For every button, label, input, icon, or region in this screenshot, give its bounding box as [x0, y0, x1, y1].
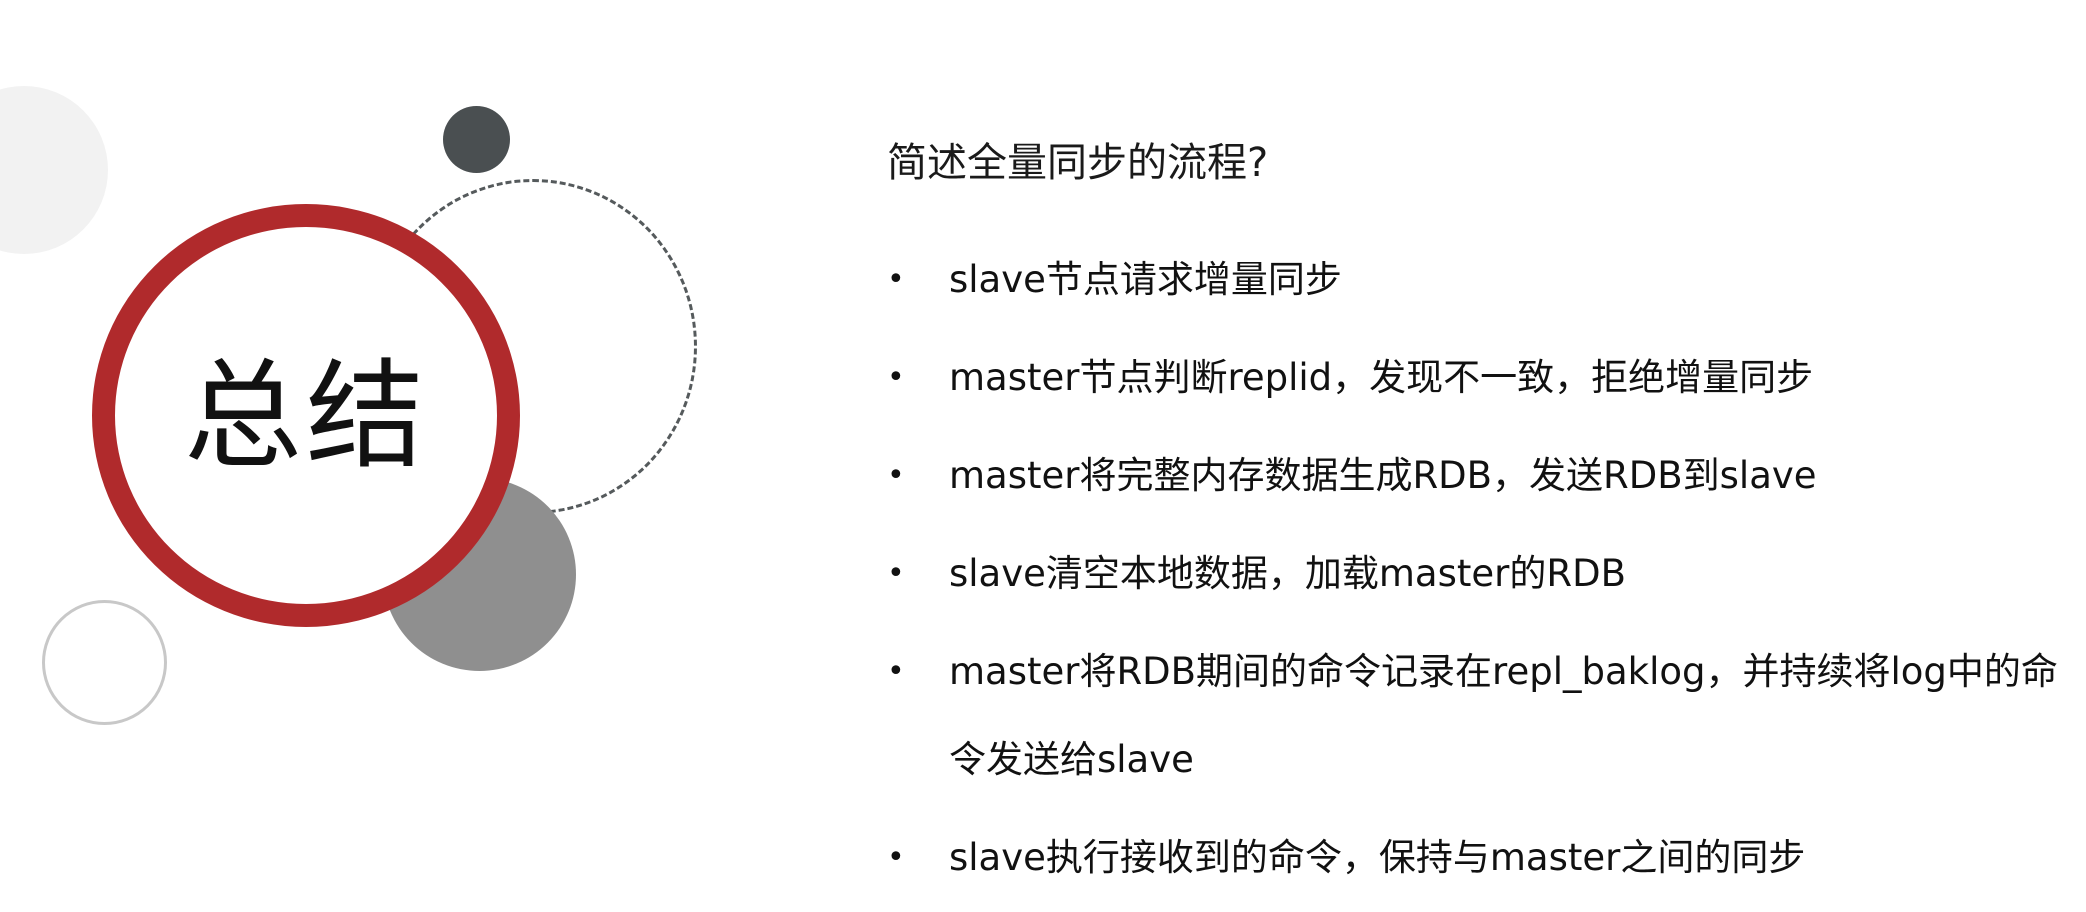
bullet-list: • slave节点请求增量同步 • master节点判断replid，发现不一致…	[887, 236, 2067, 912]
list-item-text: master节点判断replid，发现不一致，拒绝增量同步	[949, 356, 1814, 399]
bullet-icon: •	[887, 360, 905, 395]
list-item-text: slave节点请求增量同步	[949, 258, 1342, 301]
bullet-icon: •	[887, 458, 905, 493]
list-item: • master将RDB期间的命令记录在repl_baklog，并持续将log中…	[887, 628, 2067, 804]
list-item: • slave执行接收到的命令，保持与master之间的同步	[887, 814, 2067, 902]
list-item: • slave节点请求增量同步	[887, 236, 2067, 324]
bullet-icon: •	[887, 840, 905, 875]
slide-title: 总结	[183, 346, 428, 485]
list-item-text: slave执行接收到的命令，保持与master之间的同步	[949, 836, 1806, 879]
bullet-icon: •	[887, 262, 905, 297]
list-item: • master节点判断replid，发现不一致，拒绝增量同步	[887, 334, 2067, 422]
bullet-icon: •	[887, 556, 905, 591]
list-item-text: master将完整内存数据生成RDB，发送RDB到slave	[949, 454, 1817, 497]
list-item: • master将完整内存数据生成RDB，发送RDB到slave	[887, 432, 2067, 520]
decorative-dark-circle	[443, 106, 510, 173]
bullet-icon: •	[887, 654, 905, 689]
list-item: • slave清空本地数据，加载master的RDB	[887, 530, 2067, 618]
list-item-text: master将RDB期间的命令记录在repl_baklog，并持续将log中的命…	[949, 650, 2058, 781]
list-item-text: slave清空本地数据，加载master的RDB	[949, 552, 1626, 595]
question-heading: 简述全量同步的流程?	[887, 140, 1269, 186]
slide: 总结 简述全量同步的流程? • slave节点请求增量同步 • master节点…	[0, 0, 2086, 909]
